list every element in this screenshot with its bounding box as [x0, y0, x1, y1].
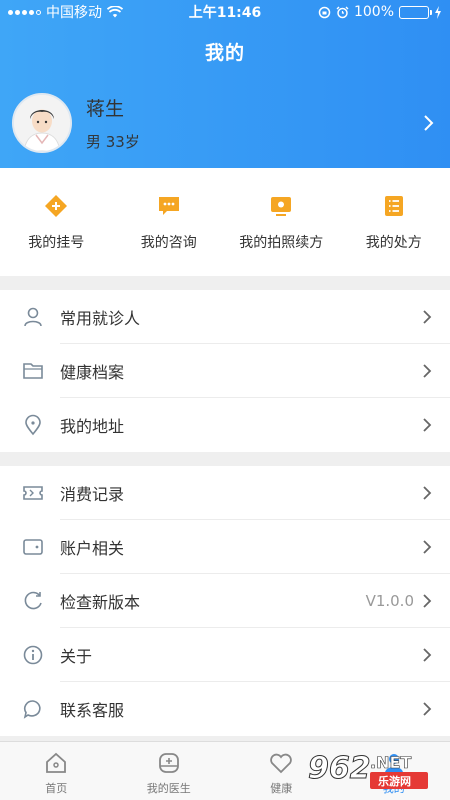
tab-label: 首页: [45, 782, 68, 795]
chat-bubble-icon: [158, 197, 179, 215]
menu-item-health-records[interactable]: 健康档案: [0, 344, 450, 398]
carrier-label: 中国移动: [46, 5, 102, 21]
page-title: 我的: [204, 41, 245, 64]
menu-item-my-address[interactable]: 我的地址: [0, 398, 450, 452]
quick-action-label: 我的咨询: [140, 235, 197, 251]
menu-group-personal: 常用就诊人 健康档案 我的地址: [0, 290, 450, 452]
chevron-right-icon: [423, 702, 432, 716]
chevron-right-icon: [423, 418, 432, 432]
doctor-icon: [158, 753, 179, 773]
tab-bar: 首页 我的医生 健康 我的: [0, 741, 450, 800]
quick-action-label: 我的拍照续方: [239, 235, 324, 251]
menu-item-account[interactable]: 账户相关: [0, 520, 450, 574]
profile-name: 蒋生: [86, 98, 125, 120]
tab-label: 我的医生: [146, 782, 191, 795]
menu-group-account: 消费记录 账户相关 检查新版本 V1.0.0 关于 联系客服: [0, 466, 450, 736]
rotation-lock-icon: [318, 6, 331, 18]
quick-action-consultation[interactable]: 我的咨询: [113, 168, 226, 276]
menu-item-label: 消费记录: [60, 485, 125, 504]
monitor-icon: [271, 197, 292, 216]
tab-label: 我的: [382, 782, 405, 795]
menu-item-label: 联系客服: [60, 701, 125, 720]
heart-icon: [270, 753, 293, 774]
user-icon: [384, 754, 403, 773]
menu-item-consumption-records[interactable]: 消费记录: [0, 466, 450, 520]
wifi-icon: [107, 6, 123, 18]
signal-icon: [8, 9, 41, 15]
menu-item-label: 健康档案: [60, 363, 125, 382]
avatar[interactable]: [12, 93, 72, 153]
menu-item-label: 账户相关: [60, 539, 125, 558]
menu-item-check-update[interactable]: 检查新版本 V1.0.0: [0, 574, 450, 628]
quick-action-registration[interactable]: 我的挂号: [0, 168, 113, 276]
alarm-icon: [336, 6, 349, 18]
chevron-right-icon: [423, 540, 432, 554]
wallet-icon: [23, 539, 43, 555]
chevron-right-icon: [423, 364, 432, 378]
quick-actions: 我的挂号 我的咨询 我的拍照续方 我的处方: [0, 168, 450, 276]
ticket-icon: [23, 486, 43, 500]
battery-percent: 100%: [353, 4, 394, 20]
tab-my-doctor[interactable]: 我的医生: [113, 742, 226, 800]
quick-action-label: 我的挂号: [28, 235, 85, 251]
status-bar: 中国移动 上午11:46 100%: [0, 0, 450, 24]
chevron-right-icon: [423, 594, 432, 608]
chat-icon: [23, 700, 41, 719]
menu-item-label: 检查新版本: [60, 593, 141, 612]
menu-item-frequent-patients[interactable]: 常用就诊人: [0, 290, 450, 344]
tab-health[interactable]: 健康: [225, 742, 338, 800]
tab-home[interactable]: 首页: [0, 742, 113, 800]
quick-action-photo-refill[interactable]: 我的拍照续方: [225, 168, 338, 276]
folder-icon: [23, 363, 43, 379]
profile-card[interactable]: 蒋生 男 33岁: [0, 78, 450, 168]
chevron-right-icon: [423, 310, 432, 324]
avatar-illustration: [14, 95, 70, 151]
menu-item-customer-service[interactable]: 联系客服: [0, 682, 450, 736]
info-icon: [23, 645, 43, 665]
charging-icon: [435, 5, 441, 19]
menu-item-label: 我的地址: [60, 417, 125, 436]
tab-mine[interactable]: 我的: [338, 742, 450, 800]
location-pin-icon: [25, 414, 41, 436]
home-icon: [46, 752, 67, 773]
list-document-icon: [384, 196, 403, 216]
profile-gender-age: 男 33岁: [86, 133, 140, 151]
menu-item-label: 关于: [60, 647, 93, 666]
refresh-icon: [24, 591, 42, 610]
chevron-right-icon: [423, 648, 432, 662]
quick-action-prescription[interactable]: 我的处方: [338, 168, 450, 276]
tab-label: 健康: [270, 782, 293, 795]
menu-item-about[interactable]: 关于: [0, 628, 450, 682]
chevron-right-icon[interactable]: [418, 113, 438, 133]
version-value: V1.0.0: [365, 592, 414, 610]
menu-item-label: 常用就诊人: [60, 309, 141, 328]
status-time: 上午11:46: [188, 5, 262, 21]
person-icon: [24, 307, 42, 327]
quick-action-label: 我的处方: [365, 235, 422, 251]
battery-icon: [399, 5, 432, 19]
chevron-right-icon: [423, 486, 432, 500]
diamond-plus-icon: [45, 195, 68, 217]
